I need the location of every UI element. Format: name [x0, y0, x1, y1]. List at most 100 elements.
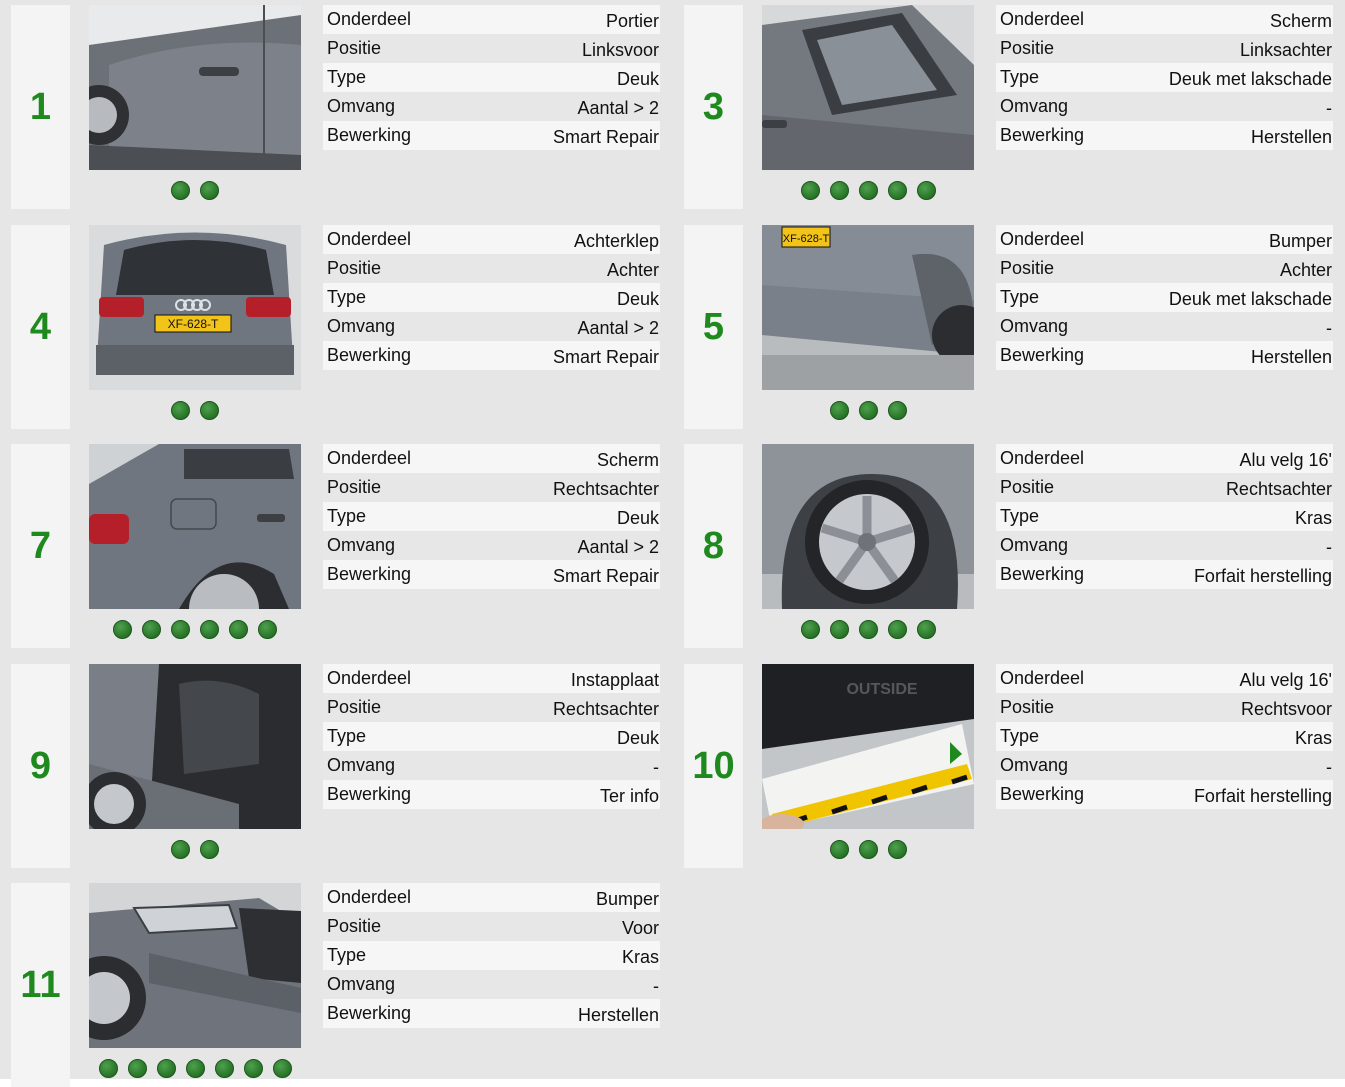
damage-number-cell: 5 — [684, 225, 743, 429]
tyre-sidewall-text: OUTSIDE — [846, 681, 917, 698]
car-sill-photo[interactable] — [89, 664, 301, 829]
damage-report-grid: 1 Onderdeel Portier Positie Linksvoor Type De… — [0, 0, 1345, 1087]
damage-number-cell: 7 — [11, 444, 70, 648]
photo-pagination — [762, 620, 974, 640]
detail-label: Positie — [1000, 697, 1055, 717]
wheel-ruler-photo[interactable]: OUTSIDE — [762, 664, 974, 829]
damage-details: Onderdeel Bumper Positie Voor Type Kras Omvang… — [323, 883, 660, 1028]
photo-dot-icon[interactable] — [858, 401, 878, 420]
photo-dot-icon[interactable] — [858, 840, 878, 859]
detail-value: Achter — [1279, 260, 1332, 280]
photo-dot-icon[interactable] — [229, 620, 248, 639]
photo-dot-icon[interactable] — [171, 181, 190, 200]
detail-label: Type — [327, 506, 367, 526]
detail-row-omvang: Omvang - — [996, 531, 1333, 560]
photo-dot-icon[interactable] — [829, 401, 849, 420]
detail-value: - — [1326, 757, 1332, 777]
detail-value: Rechtsvoor — [1240, 699, 1332, 719]
detail-row-positie: Positie Linksachter — [996, 34, 1333, 63]
damage-card: 9 Onderdeel Instapplaat Positie Rechtsachte… — [11, 664, 671, 868]
photo-dot-icon[interactable] — [887, 181, 907, 200]
photo-dot-icon[interactable] — [887, 620, 907, 639]
photo-dot-icon[interactable] — [200, 840, 219, 859]
photo-dot-icon[interactable] — [185, 1059, 205, 1078]
damage-details: Onderdeel Bumper Positie Achter Type Deuk met… — [996, 225, 1333, 370]
photo-dot-icon[interactable] — [156, 1059, 176, 1078]
photo-dot-icon[interactable] — [887, 840, 907, 859]
detail-label: Type — [1000, 67, 1040, 87]
detail-label: Onderdeel — [1000, 9, 1085, 29]
photo-dot-icon[interactable] — [200, 181, 219, 200]
photo-dot-icon[interactable] — [887, 401, 907, 420]
detail-label: Onderdeel — [327, 668, 412, 688]
detail-row-bewerking: Bewerking Smart Repair — [323, 341, 660, 370]
damage-number-cell: 4 — [11, 225, 70, 429]
detail-label: Omvang — [1000, 535, 1069, 555]
detail-row-type: Type Deuk — [323, 722, 660, 751]
detail-value: Rechtsachter — [552, 699, 659, 719]
damage-details: Onderdeel Alu velg 16' Positie Rechtsvoor Ty… — [996, 664, 1333, 809]
photo-dot-icon[interactable] — [916, 620, 936, 639]
detail-row-bewerking: Bewerking Herstellen — [323, 999, 660, 1028]
damage-card: 8 Onderdeel Alu velg 16' Positie Rechtsacht… — [684, 444, 1344, 648]
damage-card: 1 Onderdeel Portier Positie Linksvoor Type De… — [11, 5, 671, 209]
detail-row-positie: Positie Rechtsachter — [996, 473, 1333, 502]
car-rear-quarter-photo[interactable] — [89, 444, 301, 609]
photo-dot-icon[interactable] — [800, 181, 820, 200]
damage-number-cell: 11 — [11, 883, 70, 1087]
detail-value: Smart Repair — [552, 566, 659, 586]
photo-dot-icon[interactable] — [858, 620, 878, 639]
detail-label: Onderdeel — [1000, 448, 1085, 468]
car-rear-window-photo[interactable] — [762, 5, 974, 170]
damage-details: Onderdeel Instapplaat Positie Rechtsachter T… — [323, 664, 660, 809]
detail-label: Omvang — [1000, 96, 1069, 116]
damage-details: Onderdeel Scherm Positie Linksachter Type Deu… — [996, 5, 1333, 150]
detail-value: Scherm — [1269, 11, 1332, 31]
detail-label: Onderdeel — [327, 9, 412, 29]
photo-dot-icon[interactable] — [829, 840, 849, 859]
photo-dot-icon[interactable] — [113, 620, 132, 639]
photo-dot-icon[interactable] — [200, 620, 219, 639]
detail-value: Aantal > 2 — [577, 537, 659, 557]
car-door-photo[interactable] — [89, 5, 301, 170]
detail-value: Herstellen — [577, 1005, 659, 1025]
detail-label: Omvang — [327, 755, 396, 775]
detail-value: Instapplaat — [570, 670, 659, 690]
detail-value: Herstellen — [1250, 127, 1332, 147]
detail-row-omvang: Omvang - — [996, 312, 1333, 341]
photo-pagination — [89, 181, 301, 201]
detail-label: Omvang — [1000, 755, 1069, 775]
photo-dot-icon[interactable] — [272, 1059, 292, 1078]
car-rear-bumper-photo[interactable]: XF-628-T — [762, 225, 974, 390]
detail-row-positie: Positie Linksvoor — [323, 34, 660, 63]
photo-dot-icon[interactable] — [858, 181, 878, 200]
car-wheel-photo[interactable] — [762, 444, 974, 609]
detail-row-bewerking: Bewerking Ter info — [323, 780, 660, 809]
photo-dot-icon[interactable] — [916, 181, 936, 200]
photo-dot-icon[interactable] — [829, 620, 849, 639]
photo-dot-icon[interactable] — [200, 401, 219, 420]
detail-value: Rechtsachter — [552, 479, 659, 499]
photo-dot-icon[interactable] — [171, 620, 190, 639]
damage-card: 11 Onderdeel Bumper Positie Voor Type Kras Omv… — [11, 883, 671, 1087]
photo-dot-icon[interactable] — [171, 840, 190, 859]
photo-dot-icon[interactable] — [98, 1059, 118, 1078]
photo-dot-icon[interactable] — [243, 1059, 263, 1078]
detail-value: Achterklep — [573, 231, 659, 251]
photo-dot-icon[interactable] — [127, 1059, 147, 1078]
photo-dot-icon[interactable] — [214, 1059, 234, 1078]
photo-dot-icon[interactable] — [171, 401, 190, 420]
photo-dot-icon[interactable] — [800, 620, 820, 639]
detail-row-type: Type Deuk — [323, 502, 660, 531]
detail-row-omvang: Omvang - — [323, 751, 660, 780]
car-front-bumper-photo[interactable] — [89, 883, 301, 1048]
detail-label: Type — [327, 67, 367, 87]
detail-value: - — [653, 976, 659, 996]
photo-dot-icon[interactable] — [258, 620, 277, 639]
detail-label: Bewerking — [1000, 125, 1085, 145]
photo-dot-icon[interactable] — [829, 181, 849, 200]
bumper-plate: XF-628-T — [783, 233, 830, 245]
car-tailgate-photo[interactable]: XF-628-T — [89, 225, 301, 390]
photo-dot-icon[interactable] — [142, 620, 161, 639]
detail-value: Bumper — [595, 889, 659, 909]
